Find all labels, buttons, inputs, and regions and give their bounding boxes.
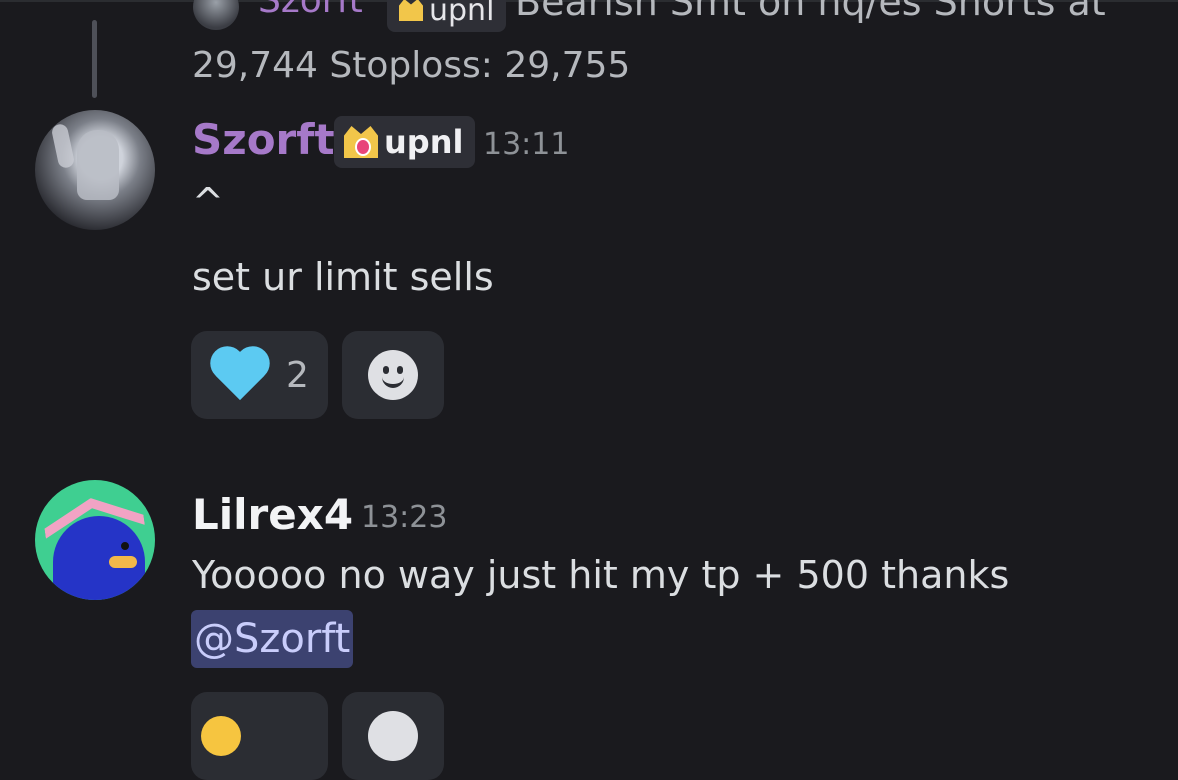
reply-avatar[interactable] (193, 0, 239, 30)
reply-text[interactable]: Bearish Smt on nq/es Shorts at (515, 0, 1106, 24)
emoji-icon (201, 716, 241, 756)
crown-icon (399, 0, 423, 21)
message-text: Yooooo no way just hit my tp + 500 thank… (192, 553, 1010, 597)
add-reaction-button[interactable] (342, 331, 444, 419)
message-timestamp[interactable]: 13:23 (361, 500, 447, 535)
add-reaction-button[interactable] (342, 692, 444, 780)
add-reaction-icon (368, 350, 418, 400)
reaction-bar (191, 692, 444, 780)
role-badge-label: upnl (384, 123, 464, 161)
reaction-emoji[interactable] (191, 692, 328, 780)
message-author[interactable]: Lilrex4 (192, 490, 353, 539)
reply-role-badge: upnl (387, 0, 507, 32)
message-text: ^ (192, 180, 224, 224)
light-blue-heart-icon (210, 344, 272, 406)
message-text: set ur limit sells (192, 255, 494, 299)
reply-preview[interactable]: Szorft upnl Bearish Smt on nq/es Shorts … (0, 0, 1178, 100)
reaction-bar: 2 (191, 331, 444, 419)
role-badge[interactable]: upnl (334, 116, 476, 168)
crown-icon (344, 126, 378, 158)
reply-text-line2[interactable]: 29,744 Stoploss: 29,755 (192, 45, 630, 86)
avatar[interactable] (35, 110, 155, 230)
reply-badge-label: upnl (429, 0, 495, 28)
message-timestamp[interactable]: 13:11 (483, 127, 569, 162)
avatar[interactable] (35, 480, 155, 600)
add-reaction-icon (368, 711, 418, 761)
message-author[interactable]: Szorft (192, 115, 335, 164)
reply-author[interactable]: Szorft (258, 0, 363, 21)
reply-spine (92, 20, 97, 98)
reaction-count: 2 (286, 354, 309, 396)
user-mention[interactable]: @Szorft (191, 610, 354, 668)
reaction-heart[interactable]: 2 (191, 331, 328, 419)
